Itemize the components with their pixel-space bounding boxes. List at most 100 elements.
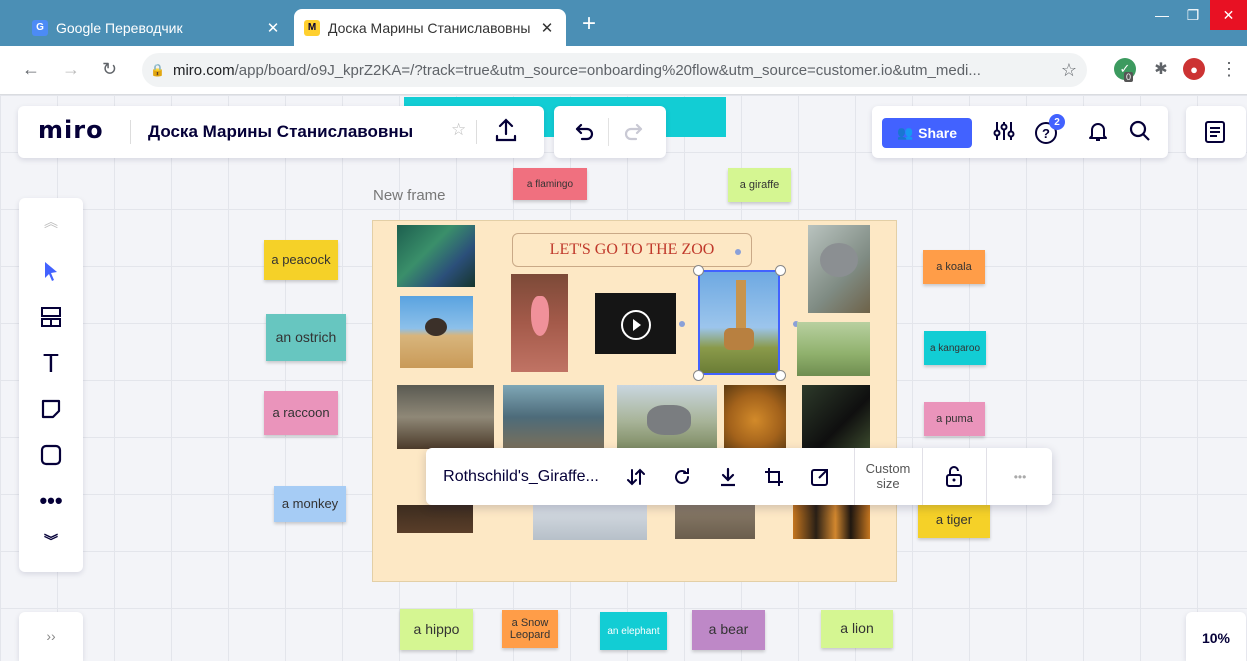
resize-handle-tl[interactable] [693, 265, 704, 276]
elephant-photo[interactable] [617, 385, 717, 449]
resize-handle-br[interactable] [775, 370, 786, 381]
monkey-photo[interactable] [397, 505, 473, 533]
frame-title[interactable]: LET'S GO TO THE ZOO [512, 233, 752, 267]
document-list-icon[interactable] [1202, 119, 1228, 150]
sticky-ostrich[interactable]: an ostrich [266, 314, 346, 361]
sticky-bear[interactable]: a bear [692, 610, 765, 650]
collapse-up-icon[interactable]: ︽ [19, 212, 83, 232]
close-tab-icon[interactable]: ✕ [538, 19, 556, 37]
sticky-koala[interactable]: a koala [923, 250, 985, 284]
forward-arrow-icon[interactable]: → [62, 59, 80, 80]
resize-handle-tr[interactable] [775, 265, 786, 276]
snow-leopard-photo[interactable] [533, 505, 647, 540]
swap-icon[interactable] [616, 448, 656, 505]
text-icon[interactable]: T [19, 348, 83, 378]
profile-avatar-icon[interactable]: ● [1183, 58, 1205, 80]
flamingo-photo[interactable] [511, 274, 568, 372]
search-icon[interactable] [1128, 119, 1152, 148]
crop-icon[interactable] [754, 448, 794, 505]
panther-photo[interactable] [802, 385, 870, 449]
tiger-photo[interactable] [793, 505, 870, 539]
sticky-elephant[interactable]: an elephant [600, 612, 667, 650]
sticky-snow-leopard[interactable]: a Snow Leopard [502, 610, 558, 648]
more-options-button[interactable]: ••• [990, 448, 1050, 505]
board-name[interactable]: Доска Марины Станиславовны [148, 122, 413, 142]
divider [608, 118, 609, 146]
back-arrow-icon[interactable]: ← [22, 59, 40, 80]
divider [130, 120, 131, 144]
sticky-raccoon[interactable]: a raccoon [264, 391, 338, 435]
board-toolbar: miro Доска Марины Станиславовны ☆ [18, 106, 544, 158]
play-icon[interactable] [621, 310, 651, 340]
collab-toolbar: 👥 Share ? 2 [872, 106, 1168, 158]
redo-icon[interactable] [622, 120, 646, 149]
settings-sliders-icon[interactable] [992, 119, 1016, 148]
resize-handle-bl[interactable] [693, 370, 704, 381]
notification-badge: 2 [1049, 114, 1065, 130]
video-thumbnail[interactable] [595, 293, 676, 354]
ostrich-body [425, 318, 447, 336]
koala-head [820, 243, 858, 277]
select-icon[interactable] [19, 256, 83, 286]
tab-google-translate[interactable]: G Google Переводчик ✕ [22, 9, 292, 46]
frame-label[interactable]: New frame [373, 187, 446, 204]
giraffe-photo-selected[interactable] [698, 270, 780, 375]
more-icon[interactable]: ••• [19, 486, 83, 516]
shape-icon[interactable] [19, 440, 83, 470]
miro-logo[interactable]: miro [38, 116, 104, 144]
sticky-tiger[interactable]: a tiger [918, 502, 990, 538]
sticky-hippo[interactable]: a hippo [400, 609, 473, 650]
browser-tab-bar: G Google Переводчик ✕ M Доска Марины Ста… [0, 0, 1247, 46]
users-icon: 👥 [896, 125, 914, 140]
templates-icon[interactable] [19, 302, 83, 332]
giraffe-neck [736, 280, 746, 332]
lion-photo[interactable] [724, 385, 786, 449]
custom-size-button[interactable]: Custom size [858, 448, 918, 505]
collapse-down-icon[interactable]: ︾ [19, 528, 83, 554]
reload-icon[interactable]: ↻ [102, 59, 117, 80]
close-tab-icon[interactable]: ✕ [264, 19, 282, 37]
rotate-icon[interactable] [662, 448, 702, 505]
giraffe-body [724, 328, 754, 350]
undo-icon[interactable] [572, 120, 596, 149]
bear-photo[interactable] [675, 505, 755, 539]
sticky-lion[interactable]: a lion [821, 610, 893, 648]
sticky-kangaroo[interactable]: a kangaroo [924, 331, 986, 365]
minimize-icon[interactable]: — [1147, 0, 1177, 30]
hippo-photo[interactable] [503, 385, 604, 449]
sticky-peacock[interactable]: a peacock [264, 240, 338, 280]
sticky-note-icon[interactable] [19, 394, 83, 424]
close-window-icon[interactable]: ✕ [1210, 0, 1247, 30]
bell-icon[interactable] [1086, 119, 1110, 148]
address-field[interactable]: 🔒 miro.com/app/board/o9J_kprZ2KA=/?track… [142, 53, 1087, 87]
image-context-toolbar: Rothschild's_Giraffe... Custom size ••• [426, 448, 1052, 505]
sticky-puma[interactable]: a puma [924, 402, 985, 436]
tab-miro-board[interactable]: M Доска Марины Станиславовны ✕ [294, 9, 566, 46]
expand-icon[interactable]: ›› [19, 626, 83, 646]
divider [922, 448, 923, 505]
ostrich-photo[interactable] [400, 296, 473, 368]
browser-menu-icon[interactable]: ⋮ [1218, 58, 1240, 80]
star-icon[interactable]: ☆ [451, 120, 466, 140]
svg-text:?: ? [1042, 126, 1050, 141]
sticky-giraffe[interactable]: a giraffe [728, 168, 791, 202]
open-external-icon[interactable] [800, 448, 840, 505]
sticky-flamingo[interactable]: a flamingo [513, 168, 587, 200]
zoom-level[interactable]: 10% [1186, 630, 1246, 646]
upload-icon[interactable] [493, 116, 519, 149]
sticky-monkey[interactable]: a monkey [274, 486, 346, 522]
file-name[interactable]: Rothschild's_Giraffe... [426, 448, 616, 505]
address-bar-row: ← → ↻ 🔒 miro.com/app/board/o9J_kprZ2KA=/… [0, 46, 1247, 95]
raccoon-photo[interactable] [397, 385, 494, 449]
maximize-icon[interactable]: ❐ [1177, 0, 1209, 30]
lock-icon[interactable] [926, 448, 982, 505]
download-icon[interactable] [708, 448, 748, 505]
kangaroo-photo[interactable] [797, 322, 870, 376]
koala-photo[interactable] [808, 225, 870, 313]
puzzle-icon[interactable]: ✱ [1150, 58, 1172, 80]
bookmark-star-icon[interactable]: ☆ [1051, 60, 1087, 81]
lock-icon: 🔒 [150, 63, 165, 77]
new-tab-button[interactable]: + [582, 12, 596, 36]
peacock-photo[interactable] [397, 225, 475, 287]
share-button[interactable]: 👥 Share [882, 118, 972, 148]
